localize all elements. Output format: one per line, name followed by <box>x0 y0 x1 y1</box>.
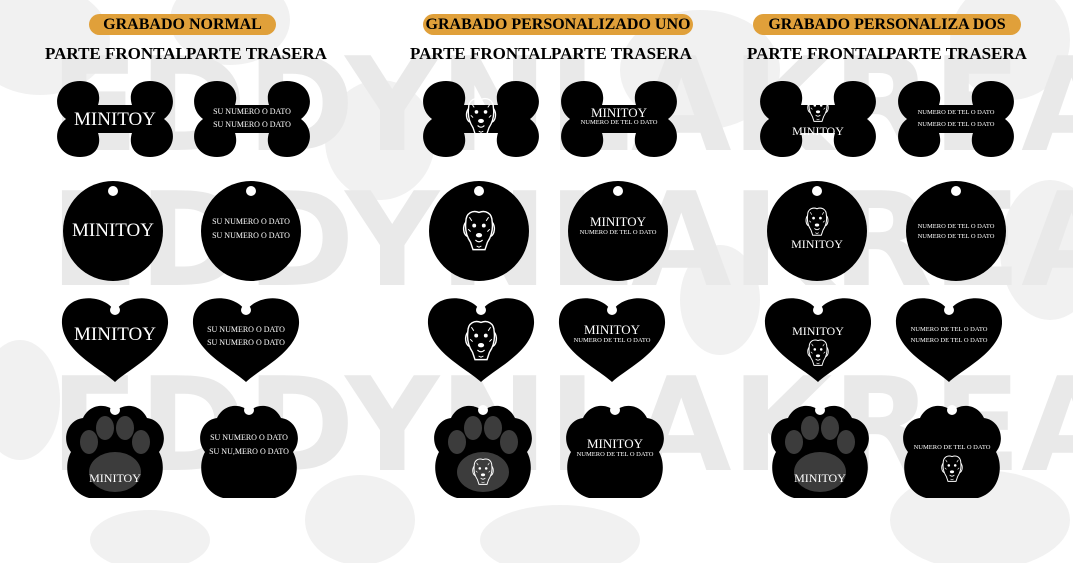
paw-tag-front: MINITOY <box>63 400 167 502</box>
dog-portrait-icon <box>462 210 496 251</box>
bone-tag-front: MINITOY <box>755 75 881 163</box>
paw-tag-back: NUMERO DE TEL O DATO <box>900 400 1004 502</box>
heart-tag-back: NUMERO DE TEL O DATO NUMERO DE TEL O DAT… <box>894 292 1004 384</box>
column-header-back: PARTE TRASERA <box>186 44 327 63</box>
circle-tag-front: MINITOY <box>766 180 868 282</box>
column-header-back: PARTE TRASERA <box>551 44 692 63</box>
bone-tag-back: MINITOY NUMERO DE TEL O DATO <box>556 75 682 163</box>
dog-portrait-icon <box>805 207 829 236</box>
column-header-front: PARTE FRONTAL <box>410 44 552 63</box>
circle-tag-back: NUMERO DE TEL O DATO NUMERO DE TEL O DAT… <box>905 180 1007 282</box>
dog-portrait-icon <box>465 97 497 136</box>
paw-tag-back: SU NUMERO O DATO SU NU,MERO O DATO <box>197 400 301 502</box>
heart-tag-back: SU NUMERO O DATO SU NUMERO O DATO <box>191 292 301 384</box>
circle-tag-front <box>428 180 530 282</box>
section-banner-dos: GRABADO PERSONALIZA DOS <box>753 14 1021 35</box>
heart-tag-front: MINITOY <box>60 292 170 384</box>
dog-portrait-icon <box>807 95 829 122</box>
bone-tag-front <box>418 75 544 163</box>
column-header-back: PARTE TRASERA <box>886 44 1027 63</box>
dog-portrait-icon <box>941 455 963 482</box>
heart-tag-back: MINITOY NUMERO DE TEL O DATO <box>557 292 667 384</box>
circle-tag-back: SU NUMERO O DATO SU NUMERO O DATO <box>200 180 302 282</box>
paw-tag-back: MINITOY NUMERO DE TEL O DATO <box>563 400 667 502</box>
column-header-front: PARTE FRONTAL <box>747 44 889 63</box>
bone-tag-back: NUMERO DE TEL O DATO NUMERO DE TEL O DAT… <box>893 75 1019 163</box>
section-banner-uno: GRABADO PERSONALIZADO UNO <box>423 14 693 35</box>
heart-tag-front <box>426 292 536 384</box>
bone-tag-back: SU NUMERO O DATO SU NUMERO O DATO <box>189 75 315 163</box>
section-banner-normal: GRABADO NORMAL <box>89 14 276 35</box>
dog-portrait-icon <box>464 320 498 361</box>
bone-tag-front: MINITOY <box>52 75 178 163</box>
dog-portrait-icon <box>807 339 829 366</box>
heart-tag-front: MINITOY <box>763 292 873 384</box>
paw-tag-front: MINITOY <box>768 400 872 502</box>
dog-portrait-icon <box>472 458 494 485</box>
circle-tag-front: MINITOY <box>62 180 164 282</box>
column-header-front: PARTE FRONTAL <box>45 44 187 63</box>
paw-tag-front <box>431 400 535 502</box>
circle-tag-back: MINITOY NUMERO DE TEL O DATO <box>567 180 669 282</box>
